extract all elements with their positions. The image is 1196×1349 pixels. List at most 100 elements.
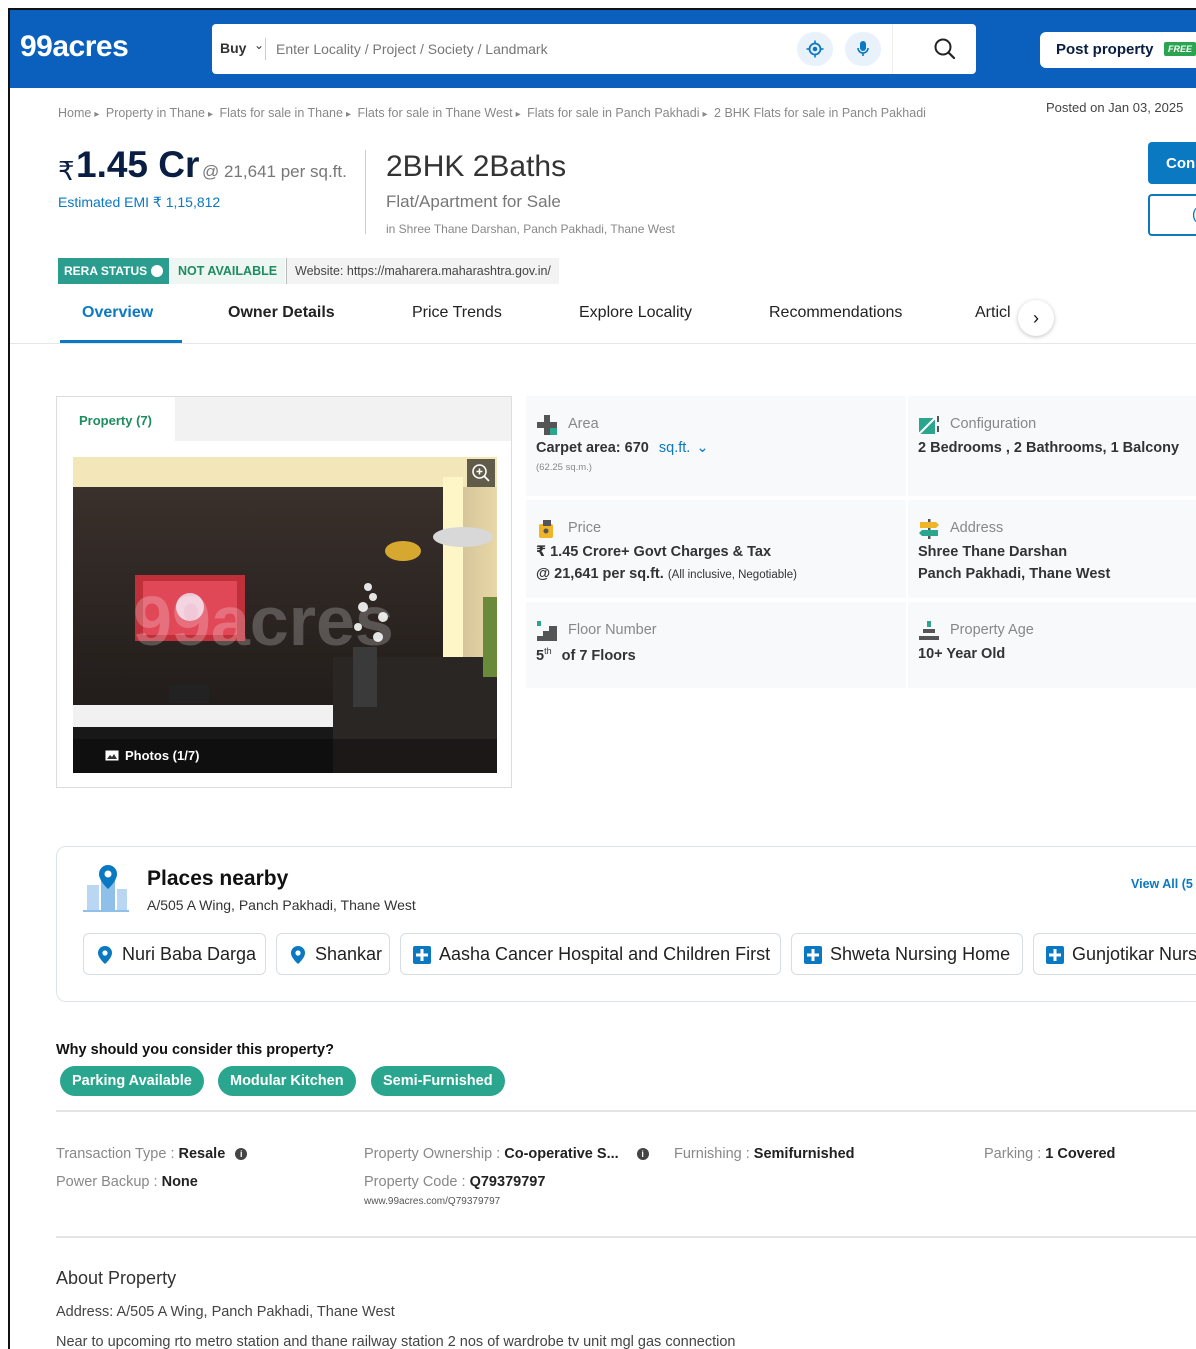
fact-furnishing: Furnishing : Semifurnished (674, 1146, 855, 1162)
zoom-in-icon[interactable] (467, 459, 495, 487)
floor-total: of 7 Floors (561, 647, 636, 664)
tab-overview[interactable]: Overview (82, 304, 153, 322)
property-title: 2BHK 2Baths (386, 150, 567, 183)
floor-number: 5 (536, 647, 545, 664)
tab-owner-details[interactable]: Owner Details (228, 304, 335, 322)
breadcrumb-link[interactable]: Flats for sale in Thane (220, 106, 343, 120)
unit-selector[interactable]: sq.ft. (659, 440, 690, 456)
search-divider (265, 38, 266, 60)
hospital-cross-icon (1046, 946, 1064, 964)
rera-website[interactable]: Website: https://maharera.maharashtra.go… (286, 258, 559, 284)
breadcrumb-current[interactable]: 2 BHK Flats for sale in Panch Pakhadi (714, 106, 926, 120)
floor-suffix: th (544, 646, 552, 656)
floor-label: Floor Number (568, 622, 657, 638)
photo-gallery: Property (7) 99acres Photos (1/7) (56, 396, 512, 788)
place-chip[interactable]: Aasha Cancer Hospital and Children First (400, 933, 781, 975)
chevron-right-icon[interactable]: › (1018, 300, 1054, 336)
breadcrumb-link[interactable]: Flats for sale in Panch Pakhadi (527, 106, 699, 120)
area-sqm: (62.25 sq.m.) (536, 462, 592, 473)
detail-price: Price ₹ 1.45 Crore+ Govt Charges & Tax @… (526, 500, 906, 598)
search-bar: Buy ⌄ (212, 24, 976, 74)
tab-explore-locality[interactable]: Explore Locality (579, 304, 692, 322)
place-chip[interactable]: Shankar (276, 933, 390, 975)
photo-count[interactable]: Photos (1/7) (105, 748, 199, 763)
post-property-label: Post property (1056, 41, 1154, 58)
rera-status-value: NOT AVAILABLE (170, 258, 286, 284)
fact-property-code: Property Code : Q79379797 (364, 1174, 546, 1190)
post-property-button[interactable]: Post property FREE (1040, 32, 1196, 68)
detail-floor: Floor Number 5th of 7 Floors (526, 602, 906, 688)
property-photo[interactable]: 99acres Photos (1/7) (73, 457, 497, 773)
locate-me-icon[interactable] (797, 32, 833, 66)
fact-ownership: Property Ownership : Co-operative S... i (364, 1146, 649, 1162)
carpet-area: Carpet area: 670 (536, 440, 649, 456)
price-value: ₹ 1.45 Crore+ Govt Charges & Tax (536, 544, 772, 560)
price-amount: 1.45 Cr (76, 144, 200, 185)
floor-value: 5th of 7 Floors (536, 646, 636, 664)
tab-articles[interactable]: Articl (975, 304, 1011, 322)
property-location: in Shree Thane Darshan, Panch Pakhadi, T… (386, 222, 675, 236)
gallery-tab-property[interactable]: Property (7) (57, 397, 175, 441)
fact-value: Co-operative S... (504, 1146, 619, 1162)
search-input[interactable] (276, 34, 786, 64)
fact-power-backup: Power Backup : None (56, 1174, 198, 1190)
breadcrumb-link[interactable]: Flats for sale in Thane West (357, 106, 512, 120)
divider (56, 1236, 1196, 1238)
fact-value: None (161, 1174, 198, 1190)
breadcrumb-link[interactable]: Home (58, 106, 91, 120)
address-line1: Shree Thane Darshan (918, 544, 1068, 560)
fact-label: Power Backup (56, 1174, 150, 1190)
chevron-down-icon[interactable]: ⌄ (696, 440, 708, 456)
configuration-icon (918, 416, 939, 435)
places-nearby-title: Places nearby (147, 867, 289, 890)
place-chip[interactable]: Gunjotikar Nurs (1033, 933, 1196, 975)
property-details-grid: Area Carpet area: 670 sq.ft. ⌄ (62.25 sq… (526, 396, 1196, 688)
floor-stairs-icon (537, 621, 557, 641)
place-chip[interactable]: Shweta Nursing Home (791, 933, 1023, 975)
emi-link[interactable]: Estimated EMI ₹ 1,15,812 (58, 194, 220, 211)
property-code-url[interactable]: www.99acres.com/Q79379797 (364, 1196, 500, 1207)
price-tag-icon (539, 520, 553, 538)
property-age-icon (919, 621, 939, 640)
area-label: Area (568, 416, 599, 432)
place-chip[interactable]: Nuri Baba Darga (83, 933, 266, 975)
city-location-icon (83, 865, 129, 912)
about-property-title: About Property (56, 1268, 177, 1288)
currency-symbol: ₹ (58, 156, 75, 186)
page-frame: 99acres Buy ⌄ Post property FREE Home▸ P… (8, 8, 1196, 1349)
detail-configuration: Configuration 2 Bedrooms , 2 Bathrooms, … (908, 396, 1196, 496)
site-logo[interactable]: 99acres (20, 30, 129, 64)
microphone-icon[interactable] (845, 32, 881, 66)
chevron-down-icon[interactable]: ⌄ (254, 38, 264, 52)
rera-status-label: RERA STATUS (64, 264, 148, 278)
secondary-contact-button[interactable]: ( (1148, 194, 1196, 236)
hospital-cross-icon (804, 946, 822, 964)
breadcrumb-link[interactable]: Property in Thane (106, 106, 205, 120)
contact-owner-button[interactable]: Con (1148, 142, 1196, 184)
gallery-tabbar: Property (7) (57, 397, 511, 441)
about-address: Address: A/505 A Wing, Panch Pakhadi, Th… (56, 1304, 395, 1320)
fact-value: Q79379797 (469, 1174, 546, 1190)
location-pin-icon (291, 946, 305, 964)
divider (365, 150, 366, 234)
info-icon[interactable] (151, 265, 164, 277)
place-name: Shweta Nursing Home (830, 944, 1011, 964)
fact-label: Parking (984, 1146, 1034, 1162)
detail-area: Area Carpet area: 670 sq.ft. ⌄ (62.25 sq… (526, 396, 906, 496)
place-name: Gunjotikar Nurs (1072, 944, 1196, 964)
info-icon[interactable]: i (636, 1148, 649, 1160)
area-value: Carpet area: 670 sq.ft. ⌄ (536, 440, 709, 456)
fact-label: Furnishing (674, 1146, 742, 1162)
fact-transaction-type: Transaction Type : Resale i (56, 1146, 248, 1162)
tab-recommendations[interactable]: Recommendations (769, 304, 902, 322)
place-name: Nuri Baba Darga (122, 944, 257, 964)
buy-dropdown[interactable]: Buy (220, 40, 246, 56)
section-tabs: Overview Owner Details Price Trends Expl… (10, 300, 1196, 344)
fact-label: Property Code (364, 1174, 458, 1190)
tab-price-trends[interactable]: Price Trends (412, 304, 502, 322)
property-age-value: 10+ Year Old (918, 646, 1006, 662)
configuration-label: Configuration (950, 416, 1037, 432)
view-all-link[interactable]: View All (5 (1131, 877, 1193, 891)
search-icon[interactable] (930, 34, 960, 64)
info-icon[interactable]: i (235, 1148, 248, 1160)
